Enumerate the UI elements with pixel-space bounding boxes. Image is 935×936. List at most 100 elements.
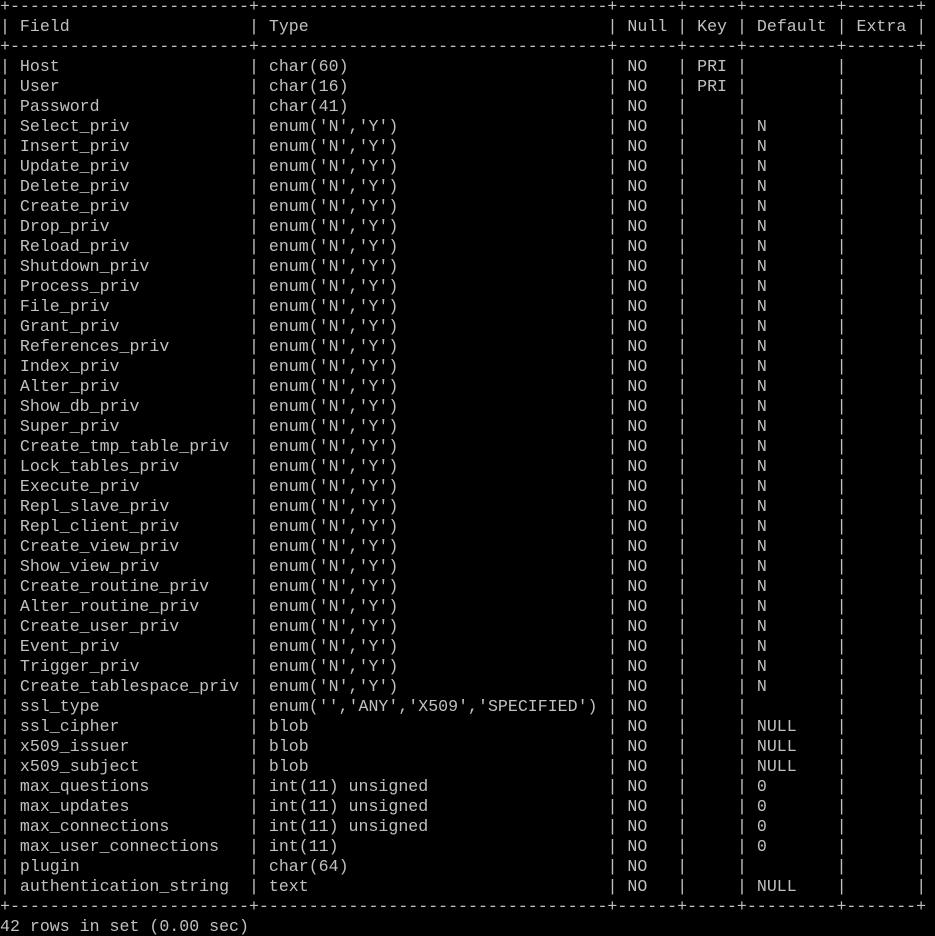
- table-row: | Delete_priv | enum('N','Y') | NO | | N…: [0, 177, 927, 196]
- table-row: | Index_priv | enum('N','Y') | NO | | N …: [0, 357, 927, 376]
- cell-default: N: [756, 457, 767, 476]
- cell-type: int(11) unsigned: [268, 817, 429, 836]
- cell-null: NO: [627, 97, 648, 116]
- cell-type: enum('N','Y'): [268, 357, 399, 376]
- cell-null: NO: [627, 817, 648, 836]
- cell-null: NO: [627, 77, 648, 96]
- cell-default: N: [756, 537, 767, 556]
- cell-default: 0: [756, 837, 767, 856]
- cell-key: PRI: [697, 57, 727, 76]
- cell-null: NO: [627, 57, 648, 76]
- table-row: | Create_priv | enum('N','Y') | NO | | N…: [0, 197, 927, 216]
- cell-default: N: [756, 117, 767, 136]
- cell-null: NO: [627, 337, 648, 356]
- table-row: | Show_view_priv | enum('N','Y') | NO | …: [0, 557, 927, 576]
- cell-type: enum('N','Y'): [268, 637, 399, 656]
- cell-type: enum('N','Y'): [268, 197, 399, 216]
- cell-null: NO: [627, 757, 648, 776]
- cell-default: N: [756, 137, 767, 156]
- cell-field: max_connections: [19, 817, 170, 836]
- cell-type: enum('N','Y'): [268, 277, 399, 296]
- cell-field: max_user_connections: [19, 837, 220, 856]
- table-row: | x509_subject | blob | NO | | NULL | |: [0, 757, 927, 776]
- cell-default: N: [756, 217, 767, 236]
- cell-type: enum('N','Y'): [268, 257, 399, 276]
- cell-type: enum('N','Y'): [268, 657, 399, 676]
- cell-type: enum('N','Y'): [268, 237, 399, 256]
- cell-default: NULL: [756, 737, 797, 756]
- cell-null: NO: [627, 517, 648, 536]
- cell-default: N: [756, 477, 767, 496]
- cell-type: enum('N','Y'): [268, 317, 399, 336]
- table-row: | Create_user_priv | enum('N','Y') | NO …: [0, 617, 927, 636]
- cell-null: NO: [627, 437, 648, 456]
- cell-default: N: [756, 277, 767, 296]
- cell-null: NO: [627, 677, 648, 696]
- table-row: | max_connections | int(11) unsigned | N…: [0, 817, 927, 836]
- cell-field: max_questions: [19, 777, 150, 796]
- cell-null: NO: [627, 577, 648, 596]
- cell-type: enum('N','Y'): [268, 497, 399, 516]
- table-row: | ssl_cipher | blob | NO | | NULL | |: [0, 717, 927, 736]
- table-border-header: +------------------------+--------------…: [0, 37, 927, 56]
- cell-type: enum('N','Y'): [268, 157, 399, 176]
- cell-default: N: [756, 657, 767, 676]
- column-header-key: Key: [697, 17, 728, 36]
- cell-field: Update_priv: [19, 157, 130, 176]
- table-row: | Password | char(41) | NO | | | |: [0, 97, 927, 116]
- table-row: | max_user_connections | int(11) | NO | …: [0, 837, 927, 856]
- table-row: | Lock_tables_priv | enum('N','Y') | NO …: [0, 457, 927, 476]
- cell-field: Process_priv: [19, 277, 140, 296]
- cell-null: NO: [627, 197, 648, 216]
- cell-null: NO: [627, 657, 648, 676]
- cell-null: NO: [627, 417, 648, 436]
- cell-default: N: [756, 257, 767, 276]
- table-row: | User | char(16) | NO | PRI | | |: [0, 77, 927, 96]
- cell-default: N: [756, 577, 767, 596]
- table-row: | Create_tmp_table_priv | enum('N','Y') …: [0, 437, 927, 456]
- cell-default: N: [756, 377, 767, 396]
- cell-null: NO: [627, 797, 648, 816]
- cell-null: NO: [627, 617, 648, 636]
- cell-type: int(11) unsigned: [268, 777, 429, 796]
- table-row: | Event_priv | enum('N','Y') | NO | | N …: [0, 637, 927, 656]
- cell-field: Drop_priv: [19, 217, 110, 236]
- cell-type: enum('N','Y'): [268, 677, 399, 696]
- cell-type: enum('N','Y'): [268, 577, 399, 596]
- cell-default: N: [756, 197, 767, 216]
- cell-field: Event_priv: [19, 637, 120, 656]
- terminal-window[interactable]: +------------------------+--------------…: [0, 0, 935, 936]
- cell-field: Lock_tables_priv: [19, 457, 180, 476]
- cell-field: Super_priv: [19, 417, 120, 436]
- table-border-bottom: +------------------------+--------------…: [0, 897, 927, 916]
- column-header-default: Default: [756, 17, 827, 36]
- cell-field: authentication_string: [19, 877, 230, 896]
- table-row: | Create_tablespace_priv | enum('N','Y')…: [0, 677, 927, 696]
- cell-field: Create_routine_priv: [19, 577, 210, 596]
- cell-default: N: [756, 357, 767, 376]
- cell-null: NO: [627, 717, 648, 736]
- cell-default: N: [756, 297, 767, 316]
- cell-null: NO: [627, 477, 648, 496]
- cell-null: NO: [627, 137, 648, 156]
- cell-default: NULL: [756, 717, 797, 736]
- table-row: | Shutdown_priv | enum('N','Y') | NO | |…: [0, 257, 927, 276]
- cell-null: NO: [627, 697, 648, 716]
- column-header-null: Null: [627, 17, 668, 36]
- cell-default: 0: [756, 777, 767, 796]
- cell-field: Create_priv: [19, 197, 130, 216]
- table-row: | Repl_client_priv | enum('N','Y') | NO …: [0, 517, 927, 536]
- cell-null: NO: [627, 297, 648, 316]
- cell-null: NO: [627, 637, 648, 656]
- cell-default: N: [756, 637, 767, 656]
- cell-field: Reload_priv: [19, 237, 130, 256]
- cell-field: x509_issuer: [19, 737, 130, 756]
- table-row: | authentication_string | text | NO | | …: [0, 877, 927, 896]
- cell-type: enum('N','Y'): [268, 337, 399, 356]
- cell-null: NO: [627, 857, 648, 876]
- cell-default: N: [756, 617, 767, 636]
- cell-null: NO: [627, 177, 648, 196]
- cell-default: N: [756, 677, 767, 696]
- cell-field: Repl_slave_priv: [19, 497, 170, 516]
- cell-null: NO: [627, 277, 648, 296]
